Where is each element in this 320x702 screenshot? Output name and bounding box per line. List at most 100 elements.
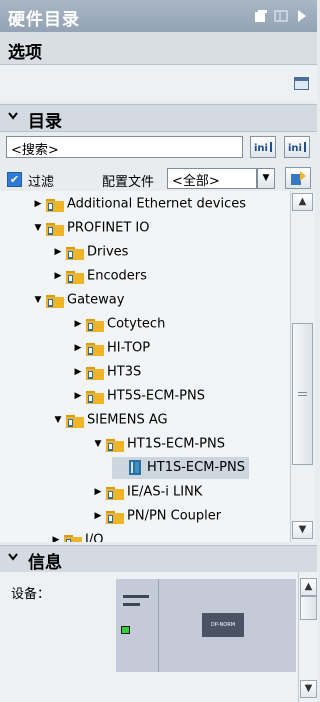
tree-item[interactable]: ▼ HT1S-ECM-PNS (92, 433, 225, 455)
folder-icon (86, 389, 104, 404)
update-icon (291, 171, 306, 185)
expand-right-icon[interactable]: ▶ (72, 385, 84, 407)
tree-item-label: Additional Ethernet devices (67, 196, 246, 212)
tree-item[interactable]: ▶ Additional Ethernet devices (32, 193, 246, 215)
tree-item[interactable]: ▶ HT5S-ECM-PNS (72, 385, 205, 407)
tree-item-label: IE/AS-i LINK (127, 484, 203, 500)
folder-icon (46, 293, 64, 308)
expand-right-icon[interactable]: ▶ (52, 241, 64, 263)
expand-right-icon[interactable]: ▶ (92, 481, 104, 503)
folder-icon (64, 533, 82, 542)
options-header: 选项 (0, 32, 317, 65)
scroll-up-button[interactable]: ▲ (292, 193, 313, 211)
tree-item[interactable]: ▼ SIEMENS AG (52, 409, 168, 431)
expand-right-icon[interactable]: ▶ (50, 529, 62, 542)
options-pane (0, 65, 317, 101)
tree-item[interactable]: HT1S-ECM-PNS (112, 457, 249, 479)
expand-right-icon[interactable]: ▶ (72, 337, 84, 359)
info-scroll-up[interactable]: ▲ (300, 578, 317, 596)
tree-scrollbar[interactable]: ▲ ▼ (290, 191, 315, 542)
tree-item[interactable]: ▶ Drives (52, 241, 128, 263)
tree-item-label: I/O (85, 532, 104, 543)
catalog-tree: ▶ Additional Ethernet devices ▼ PROFINET IO… (0, 191, 290, 542)
tree-item-label: Encoders (87, 268, 147, 284)
scroll-down-button[interactable]: ▼ (292, 521, 313, 539)
tree-item-label: HT3S (107, 364, 142, 380)
tree-item-label: Drives (87, 244, 129, 260)
collapse-arrow-icon[interactable] (295, 9, 309, 23)
folder-icon (86, 317, 104, 332)
search-input[interactable]: <搜索> (6, 136, 243, 158)
search-up-button[interactable]: ini (284, 136, 310, 158)
expand-right-icon[interactable]: ▶ (72, 313, 84, 335)
folder-icon (66, 269, 84, 284)
folder-icon (106, 509, 124, 524)
tree-item-label: HT5S-ECM-PNS (107, 388, 205, 404)
expand-down-icon[interactable]: ▼ (32, 217, 44, 239)
scroll-thumb[interactable] (292, 323, 313, 465)
tree-item-label: HT1S-ECM-PNS (147, 460, 245, 475)
tree-item[interactable]: ▶ PN/PN Coupler (92, 505, 221, 527)
module-block: DP-NORM (202, 613, 244, 637)
info-scroll-down[interactable]: ▼ (300, 680, 317, 698)
expand-right-icon[interactable]: ▶ (32, 193, 44, 215)
folder-icon (66, 413, 84, 428)
info-pane: 设备： DP-NORM ▲ ▼ (0, 572, 318, 702)
title-bar: 硬件目录 (0, 0, 317, 32)
filter-label: 过滤 (28, 175, 55, 190)
svg-text:ini: ini (254, 143, 268, 154)
tree-item[interactable]: ▶ Encoders (52, 265, 147, 287)
expand-right-icon[interactable]: ▶ (72, 361, 84, 383)
tree-item-label: Gateway (67, 292, 125, 308)
status-led (121, 626, 130, 634)
tree-item-label: Cotytech (107, 316, 166, 332)
tree-item[interactable]: ▼ Gateway (32, 289, 124, 311)
folder-icon (66, 245, 84, 260)
expand-right-icon[interactable]: ▶ (92, 505, 104, 527)
device-module-icon (126, 460, 144, 475)
expand-down-icon[interactable]: ▼ (52, 409, 64, 431)
options-title: 选项 (8, 43, 42, 63)
tree-item-label: PROFINET IO (67, 220, 150, 236)
window-title: 硬件目录 (8, 10, 80, 30)
window-icon[interactable] (294, 77, 309, 90)
catalog-header[interactable]: 目录 (0, 104, 317, 132)
tree-item-label: HI-TOP (107, 340, 151, 356)
folder-icon (86, 365, 104, 380)
tree-item[interactable]: ▶ I/O (50, 529, 103, 542)
expand-down-icon[interactable]: ▼ (32, 289, 44, 311)
profile-select[interactable]: <全部> (167, 168, 257, 189)
folder-icon (86, 341, 104, 356)
device-preview: DP-NORM (116, 579, 296, 672)
chevron-down-icon[interactable] (7, 551, 19, 567)
folder-icon (106, 437, 124, 452)
svg-text:ini: ini (288, 143, 302, 154)
profile-dropdown-button[interactable]: ▼ (257, 168, 275, 189)
info-scrollbar[interactable]: ▲ ▼ (298, 572, 318, 702)
expand-right-icon[interactable]: ▶ (52, 265, 64, 287)
search-down-button[interactable]: ini (250, 136, 276, 158)
tree-item[interactable]: ▶ HT3S (72, 361, 141, 383)
tree-item[interactable]: ▼ PROFINET IO (32, 217, 150, 239)
info-header[interactable]: 信息 (0, 545, 317, 573)
device-label: 设备： (11, 587, 51, 602)
profile-label: 配置文件 (102, 175, 155, 190)
tree-item-label: PN/PN Coupler (127, 508, 222, 524)
catalog-title: 目录 (28, 112, 62, 132)
tree-item[interactable]: ▶ HI-TOP (72, 337, 150, 359)
info-scroll-thumb[interactable] (300, 596, 317, 620)
folder-icon (46, 197, 64, 212)
tree-item[interactable]: ▶ Cotytech (72, 313, 165, 335)
tree-item-label: HT1S-ECM-PNS (127, 436, 225, 452)
expand-down-icon[interactable]: ▼ (92, 433, 104, 455)
tree-item[interactable]: ▶ IE/AS-i LINK (92, 481, 202, 503)
chevron-down-icon[interactable] (7, 110, 19, 126)
layout-icon[interactable] (274, 9, 288, 23)
folder-icon (46, 221, 64, 236)
folder-icon (106, 485, 124, 500)
restore-icon[interactable] (254, 9, 268, 23)
filter-checkbox[interactable]: ✔ (7, 172, 22, 187)
tree-item-label: SIEMENS AG (87, 412, 168, 428)
info-title: 信息 (28, 553, 62, 573)
update-catalog-button[interactable] (285, 167, 311, 189)
